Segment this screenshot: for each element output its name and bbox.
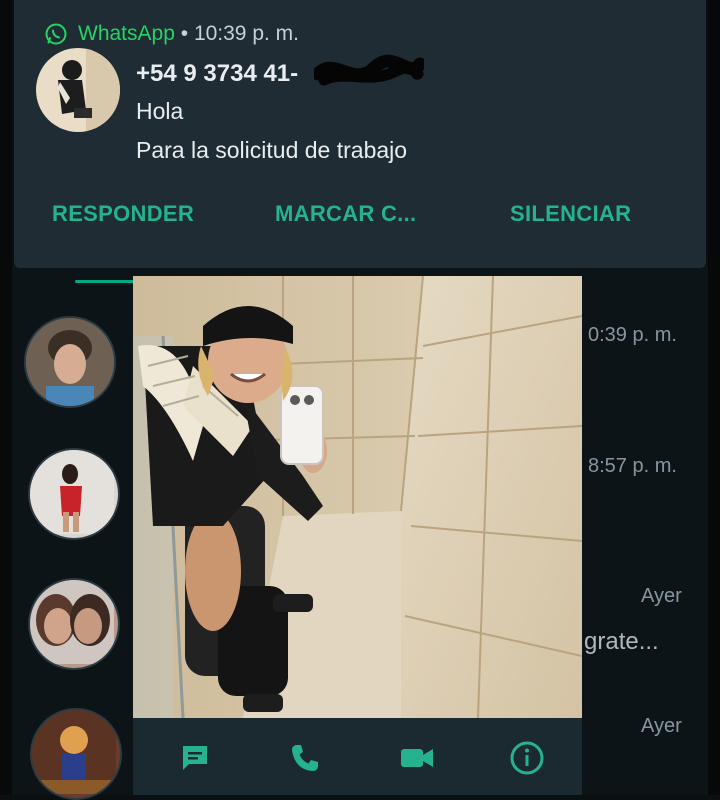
phone-icon — [292, 745, 318, 771]
reply-button[interactable]: RESPONDER — [52, 201, 194, 227]
avatar-photo-icon — [30, 450, 114, 534]
info-button[interactable] — [505, 736, 549, 780]
chat-time-1: 0:39 p. m. — [588, 324, 677, 346]
info-icon — [510, 741, 544, 775]
message-icon — [183, 746, 207, 770]
avatar-photo-icon — [36, 48, 120, 132]
avatar-photo-icon — [26, 318, 114, 406]
redaction-scribble — [314, 54, 424, 86]
video-icon — [401, 749, 433, 767]
avatar-photo-icon — [32, 710, 116, 794]
chat-time-3: Ayer — [641, 585, 682, 607]
chat-avatar-3[interactable] — [28, 578, 120, 670]
avatar-photo-icon — [30, 580, 114, 664]
screen-edge-right — [708, 0, 720, 795]
mute-button[interactable]: SILENCIAR — [510, 201, 631, 227]
notification-time: 10:39 p. m. — [193, 22, 299, 45]
chat-avatar-1[interactable] — [24, 316, 116, 408]
mark-as-read-button[interactable]: MARCAR C... — [275, 201, 416, 227]
call-button[interactable] — [283, 736, 327, 780]
tab-indicator — [75, 280, 135, 283]
video-call-button[interactable] — [395, 736, 439, 780]
chat-time-2: 8:57 p. m. — [588, 455, 677, 477]
sender-number: +54 9 3734 41- — [136, 60, 299, 87]
screen-edge-left — [0, 0, 12, 795]
popup-action-bar — [133, 718, 582, 795]
notification-header: WhatsApp • 10:39 p. m. — [78, 22, 299, 46]
app-name: WhatsApp — [78, 22, 175, 45]
notification-card[interactable]: WhatsApp • 10:39 p. m. +54 9 3734 41- Ho… — [14, 0, 706, 268]
chat-snippet: grate... — [584, 628, 659, 655]
message-line-1: Hola — [136, 98, 184, 124]
whatsapp-icon — [45, 23, 67, 45]
bathroom-selfie-photo-icon — [133, 276, 582, 718]
message-button[interactable] — [173, 736, 217, 780]
message-line-2: Para la solicitud de trabajo — [136, 137, 408, 163]
header-separator: • — [180, 22, 189, 45]
chat-time-4: Ayer — [641, 715, 682, 737]
chat-avatar-4[interactable] — [30, 708, 122, 800]
profile-photo[interactable] — [133, 276, 582, 718]
chat-avatar-2[interactable] — [28, 448, 120, 540]
profile-photo-popup[interactable] — [133, 276, 582, 795]
sender-avatar — [36, 48, 120, 132]
